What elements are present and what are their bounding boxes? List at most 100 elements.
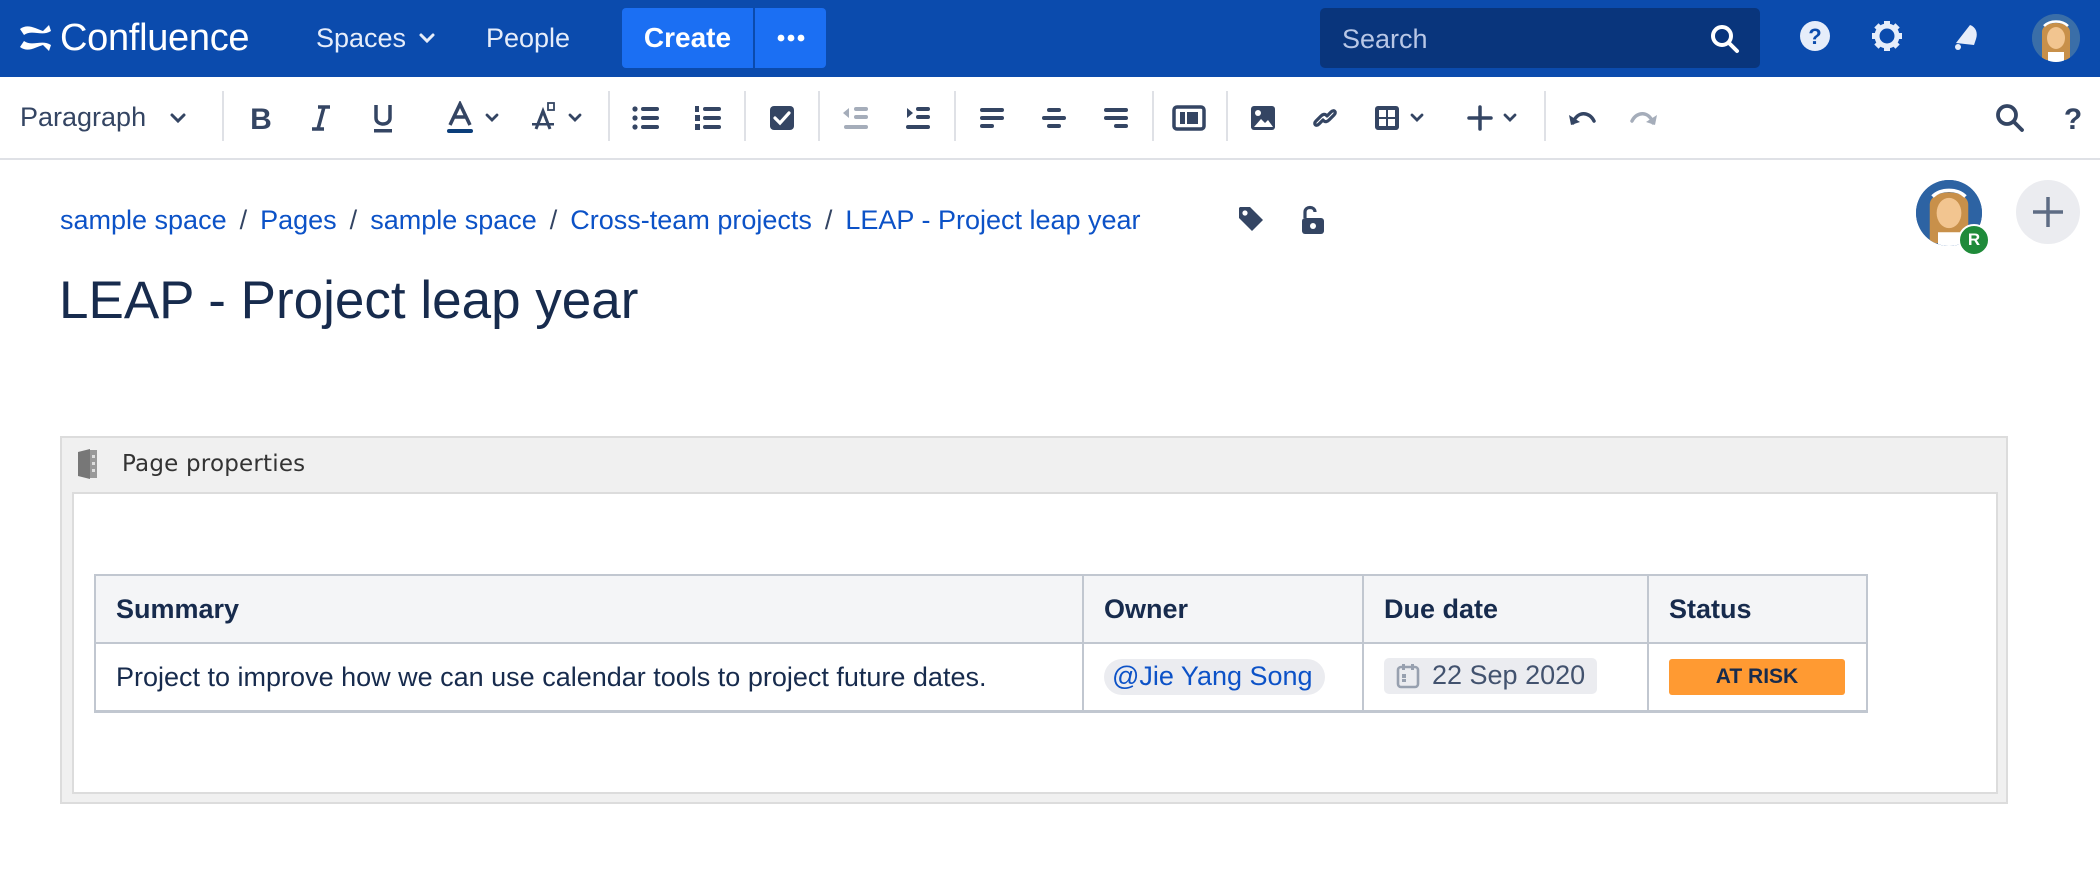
undo-button[interactable] (1566, 77, 1598, 158)
insert-link-button[interactable] (1308, 77, 1342, 158)
spaces-menu[interactable]: Spaces (316, 19, 438, 57)
align-center-icon (1042, 107, 1066, 128)
plus-icon (2033, 197, 2063, 227)
find-button[interactable] (1994, 77, 2026, 158)
notifications-icon[interactable] (1948, 19, 1982, 53)
breadcrumb-item-current[interactable]: LEAP - Project leap year (845, 200, 1140, 240)
align-center-button[interactable] (1038, 77, 1070, 158)
task-list-button[interactable] (766, 77, 798, 158)
paragraph-style-dropdown[interactable]: Paragraph (20, 77, 188, 158)
confluence-logo[interactable]: Confluence (18, 16, 250, 60)
search-icon (1996, 103, 2024, 132)
indent-icon (906, 106, 930, 129)
column-header-summary[interactable]: Summary (94, 574, 1084, 644)
search-box (1320, 8, 1760, 68)
outdent-icon (843, 106, 868, 129)
underline-icon (374, 104, 392, 132)
page-layout-icon (1172, 104, 1206, 131)
settings-icon[interactable] (1870, 19, 1904, 53)
top-navigation: Confluence Spaces People Create ? (0, 0, 2100, 77)
indent-button[interactable] (902, 77, 934, 158)
image-icon (1251, 105, 1275, 130)
page-title[interactable]: LEAP - Project leap year (59, 266, 638, 336)
label-icon[interactable] (1236, 204, 1266, 234)
numbered-list-icon (695, 105, 721, 130)
svg-text:B: B (250, 103, 272, 133)
editor-toolbar: Paragraph B ? (0, 77, 2100, 160)
user-avatar[interactable] (2032, 14, 2080, 62)
column-header-status[interactable]: Status (1647, 574, 1868, 644)
help-icon[interactable]: ? (1798, 19, 1832, 53)
breadcrumb-separator: / (239, 205, 248, 235)
align-right-button[interactable] (1100, 77, 1132, 158)
macro-body[interactable]: Summary Owner Due date Status Project to… (72, 492, 1998, 794)
people-label: People (486, 23, 571, 53)
status-cell[interactable]: AT RISK (1647, 642, 1868, 713)
table-icon (1375, 105, 1399, 130)
breadcrumb-item[interactable]: Cross-team projects (570, 200, 812, 240)
app-name: Confluence (60, 17, 250, 59)
align-left-button[interactable] (976, 77, 1008, 158)
numbered-list-button[interactable] (692, 77, 724, 158)
insert-more-button[interactable] (1462, 77, 1524, 158)
column-header-due-date[interactable]: Due date (1362, 574, 1649, 644)
text-color-icon (447, 100, 473, 133)
search-icon[interactable] (1710, 24, 1740, 54)
summary-cell[interactable]: Project to improve how we can use calend… (94, 642, 1084, 713)
spaces-label: Spaces (316, 23, 407, 53)
toolbar-divider (954, 91, 956, 141)
status-badge[interactable]: AT RISK (1669, 659, 1845, 695)
people-link[interactable]: People (486, 19, 570, 57)
chevron-down-icon (419, 33, 435, 44)
owner-cell[interactable]: @Jie Yang Song (1082, 642, 1364, 713)
text-color-button[interactable] (440, 77, 506, 158)
redo-button[interactable] (1628, 77, 1660, 158)
search-input[interactable] (1340, 18, 1684, 60)
bullet-list-icon (632, 105, 659, 130)
align-left-icon (980, 107, 1004, 128)
toolbar-divider (608, 91, 610, 141)
more-icon (777, 34, 804, 42)
toolbar-divider (744, 91, 746, 141)
breadcrumb-item[interactable]: sample space (370, 200, 537, 240)
bold-icon: B (250, 103, 272, 133)
page-layout-button[interactable] (1170, 77, 1208, 158)
text-style-icon (532, 101, 555, 130)
toolbar-divider (1226, 91, 1228, 141)
insert-table-button[interactable] (1370, 77, 1430, 158)
chevron-down-icon (1410, 113, 1424, 122)
macro-title: Page properties (122, 451, 306, 477)
user-mention[interactable]: @Jie Yang Song (1104, 659, 1325, 695)
insert-image-button[interactable] (1248, 77, 1278, 158)
breadcrumb-item[interactable]: sample space (60, 200, 227, 240)
align-right-icon (1104, 107, 1128, 128)
page-properties-macro[interactable]: Page properties Summary Owner Due date S… (60, 436, 2008, 804)
undo-icon (1569, 111, 1596, 125)
table-header-row: Summary Owner Due date Status (94, 574, 1868, 644)
editor-help-button[interactable]: ? (2060, 77, 2086, 158)
date-chip[interactable]: 22 Sep 2020 (1384, 658, 1598, 695)
link-icon (1313, 108, 1337, 127)
underline-button[interactable] (368, 77, 398, 158)
create-more-button[interactable] (755, 8, 826, 68)
paragraph-style-label: Paragraph (20, 102, 147, 132)
restrictions-unlock-icon[interactable] (1298, 204, 1326, 236)
column-header-owner[interactable]: Owner (1082, 574, 1364, 644)
breadcrumb-item[interactable]: Pages (260, 200, 337, 240)
svg-text:?: ? (1808, 24, 1821, 49)
chevron-down-icon (485, 113, 499, 122)
italic-button[interactable] (306, 77, 336, 158)
chevron-down-icon (1503, 113, 1517, 122)
add-collaborator-button[interactable] (2016, 180, 2080, 244)
due-date-cell[interactable]: 22 Sep 2020 (1362, 642, 1649, 713)
outdent-button[interactable] (840, 77, 872, 158)
text-style-button[interactable] (526, 77, 588, 158)
toolbar-divider (818, 91, 820, 141)
breadcrumb-separator: / (824, 205, 833, 235)
breadcrumb: sample space / Pages / sample space / Cr… (60, 200, 1141, 240)
redo-icon (1630, 111, 1657, 125)
create-button[interactable]: Create (622, 8, 755, 68)
bold-button[interactable]: B (244, 77, 278, 158)
toolbar-divider (1544, 91, 1546, 141)
bullet-list-button[interactable] (630, 77, 662, 158)
